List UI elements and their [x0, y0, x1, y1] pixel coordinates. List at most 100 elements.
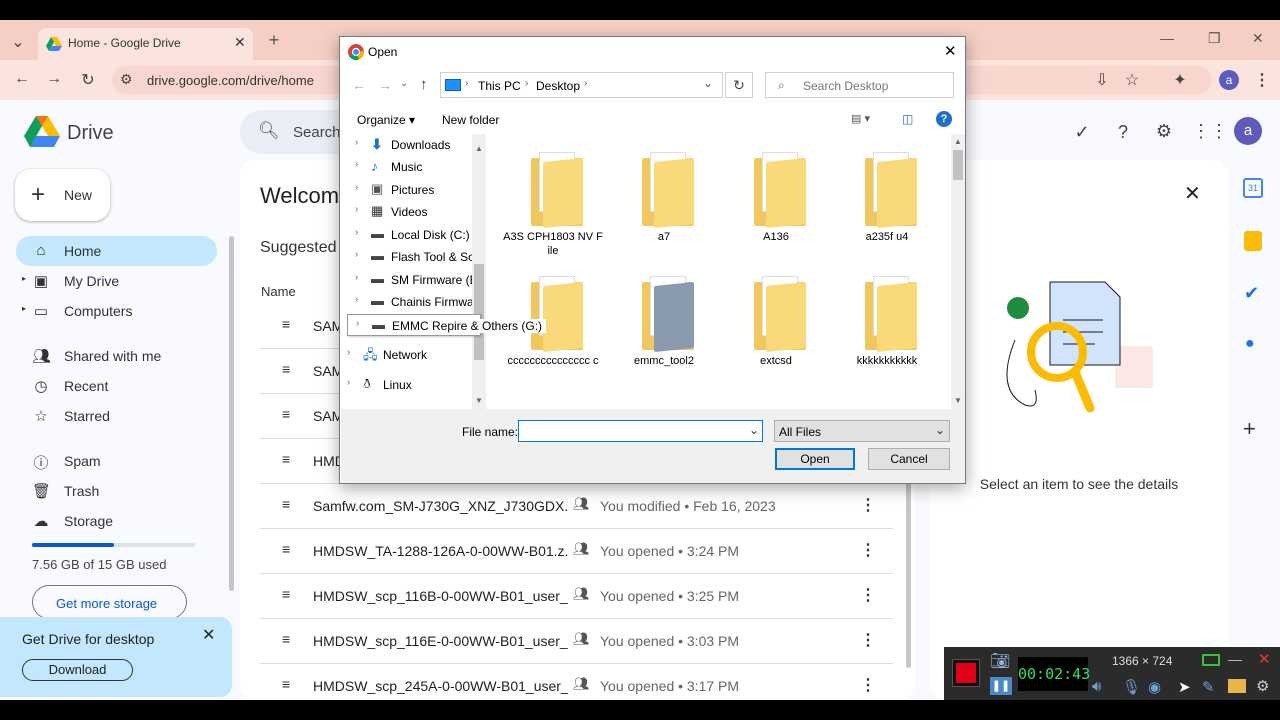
- get-storage-button[interactable]: Get more storage: [32, 585, 187, 619]
- browser-menu-icon[interactable]: ⋮: [1250, 70, 1274, 90]
- folder-item[interactable]: emmc_tool2: [614, 258, 714, 378]
- up-folder-icon[interactable]: ↑: [420, 76, 428, 93]
- draw-icon[interactable]: ✎: [1202, 678, 1215, 696]
- tree-item-emmc-tooltip[interactable]: › ▬ EMMC Repire & Others (G:): [347, 314, 547, 336]
- more-options-icon[interactable]: ⋮: [860, 585, 876, 605]
- dialog-forward-icon[interactable]: →: [378, 77, 392, 93]
- folder-item[interactable]: ccccccccccccccc c: [503, 258, 603, 378]
- minimize-icon[interactable]: —: [1160, 30, 1174, 46]
- address-dropdown-icon[interactable]: ⌄: [703, 76, 713, 90]
- keep-icon[interactable]: [1244, 231, 1262, 251]
- cancel-button[interactable]: Cancel: [868, 448, 950, 470]
- speaker-icon[interactable]: 🔊︎: [1092, 678, 1101, 695]
- more-options-icon[interactable]: ⋮: [860, 675, 876, 695]
- apps-grid-icon[interactable]: ⋮⋮: [1192, 121, 1228, 142]
- open-button[interactable]: Open: [775, 448, 855, 470]
- chevron-right-icon[interactable]: ›: [347, 377, 350, 388]
- restore-icon[interactable]: ❐: [1208, 30, 1221, 47]
- settings-icon[interactable]: ⚙: [1152, 121, 1176, 142]
- recorder-settings-icon[interactable]: ⚙: [1256, 677, 1269, 695]
- details-close-icon[interactable]: ✕: [1184, 181, 1201, 206]
- back-icon[interactable]: ←: [10, 70, 34, 88]
- profile-avatar[interactable]: a: [1219, 70, 1239, 90]
- expand-icon[interactable]: ▸: [22, 274, 26, 283]
- scroll-down-icon[interactable]: ▼: [954, 396, 962, 405]
- promo-download-button[interactable]: Download: [22, 659, 133, 681]
- tree-scrollbar[interactable]: ▲ ▼: [472, 134, 486, 409]
- install-app-icon[interactable]: ⇩: [1090, 70, 1114, 90]
- view-options-icon[interactable]: ▤ ▾: [851, 112, 870, 125]
- tab-home[interactable]: Home - Google Drive ✕: [38, 28, 253, 60]
- chevron-right-icon[interactable]: ›: [355, 272, 358, 283]
- folder-item[interactable]: A3S CPH1803 NV File: [503, 134, 603, 257]
- file-row[interactable]: ≡ HMDSW_scp_116E-0-00WW-B01_user_... 👥︎ You…: [260, 619, 893, 664]
- filetype-select[interactable]: All Files ⌄: [774, 420, 950, 442]
- organize-button[interactable]: Organize ▾: [357, 113, 415, 127]
- dialog-search-input[interactable]: ⌕ Search Desktop: [765, 72, 954, 98]
- camera-icon[interactable]: 📷︎: [990, 651, 1010, 671]
- sidebar-scrollbar[interactable]: [229, 236, 234, 591]
- expand-icon[interactable]: ▸: [22, 304, 26, 313]
- reload-icon[interactable]: ↻: [76, 70, 100, 90]
- tree-item-videos[interactable]: › ▦ Videos: [355, 201, 475, 223]
- dialog-help-icon[interactable]: ?: [936, 111, 952, 127]
- refresh-icon[interactable]: ↻: [725, 72, 753, 98]
- forward-icon[interactable]: →: [42, 70, 66, 88]
- chevron-right-icon[interactable]: ›: [355, 137, 358, 148]
- tab-search-icon[interactable]: ⌄: [6, 32, 30, 52]
- file-row[interactable]: ≡ HMDSW_scp_245A-0-00WW-B01_user_... 👥︎ You…: [260, 664, 893, 700]
- folder-icon[interactable]: [1228, 679, 1246, 693]
- file-row[interactable]: ≡ Samfw.com_SM-J730G_XNZ_J730GDX... 👥︎ You …: [260, 484, 893, 529]
- add-addon-icon[interactable]: +: [1243, 416, 1256, 442]
- window-close-icon[interactable]: ✕: [1252, 30, 1264, 47]
- tree-item-linux[interactable]: › 🐧︎ Linux: [347, 374, 467, 396]
- pause-icon[interactable]: ❚❚: [990, 677, 1012, 695]
- name-column-header[interactable]: Name: [261, 284, 296, 299]
- tree-item-music[interactable]: › ♪ Music: [355, 156, 475, 178]
- nav-spam[interactable]: ⓘ Spam: [16, 446, 217, 476]
- folder-item[interactable]: a235f u4: [837, 134, 937, 254]
- folder-item[interactable]: [614, 396, 714, 409]
- dialog-close-icon[interactable]: ✕: [944, 42, 957, 60]
- file-row[interactable]: ≡ HMDSW_TA-1288-126A-0-00WW-B01.z... 👥︎ You…: [260, 529, 893, 574]
- folder-item[interactable]: kkkkkkkkkkk: [837, 258, 937, 378]
- folder-item[interactable]: a7: [614, 134, 714, 254]
- calendar-icon[interactable]: 31: [1243, 178, 1263, 198]
- file-row[interactable]: ≡ HMDSW_scp_116B-0-00WW-B01_user_... 👥︎ You…: [260, 574, 893, 619]
- dialog-back-icon[interactable]: ←: [352, 77, 366, 93]
- folder-item[interactable]: extcsd: [726, 258, 826, 378]
- stop-record-button[interactable]: [952, 659, 980, 687]
- new-button[interactable]: + New: [15, 169, 110, 221]
- scroll-down-icon[interactable]: ▼: [475, 396, 483, 405]
- grid-scroll-thumb[interactable]: [953, 150, 963, 180]
- crumb-desktop[interactable]: Desktop: [536, 79, 580, 93]
- webcam-icon[interactable]: ◉: [1148, 678, 1161, 696]
- chevron-right-icon[interactable]: ›: [355, 159, 358, 170]
- crumb-this-pc[interactable]: This PC: [478, 79, 521, 93]
- chevron-right-icon[interactable]: ›: [355, 294, 358, 305]
- account-avatar[interactable]: a: [1234, 117, 1262, 145]
- nav-starred[interactable]: ☆ Starred: [16, 401, 217, 431]
- cursor-icon[interactable]: ➤: [1178, 678, 1191, 696]
- nav-recent[interactable]: ◷ Recent: [16, 371, 217, 401]
- folder-item[interactable]: [503, 396, 603, 409]
- recorder-close-icon[interactable]: ✕: [1258, 650, 1271, 668]
- nav-computers[interactable]: ▸ ▭ Computers: [16, 296, 217, 326]
- filetype-dropdown-icon[interactable]: ⌄: [935, 423, 945, 437]
- new-folder-button[interactable]: New folder: [442, 113, 499, 127]
- folder-item[interactable]: A136: [726, 134, 826, 254]
- site-info-icon[interactable]: ⚙: [120, 71, 133, 88]
- folder-item[interactable]: [726, 396, 826, 409]
- tree-item-flash-tool[interactable]: › ▬ Flash Tool & Sch: [355, 246, 475, 268]
- grid-scrollbar[interactable]: ▲ ▼: [951, 134, 965, 409]
- more-options-icon[interactable]: ⋮: [860, 495, 876, 515]
- nav-storage[interactable]: ☁ Storage: [16, 506, 217, 536]
- chevron-right-icon[interactable]: ›: [355, 204, 358, 215]
- scroll-up-icon[interactable]: ▲: [954, 137, 962, 146]
- filename-input[interactable]: ⌄: [518, 420, 763, 442]
- tasks-icon[interactable]: ✔: [1244, 283, 1259, 304]
- bookmark-star-icon[interactable]: ☆: [1120, 70, 1144, 90]
- chevron-right-icon[interactable]: ›: [347, 347, 350, 358]
- nav-trash[interactable]: 🗑︎ Trash: [16, 476, 217, 506]
- promo-close-icon[interactable]: ✕: [202, 625, 215, 645]
